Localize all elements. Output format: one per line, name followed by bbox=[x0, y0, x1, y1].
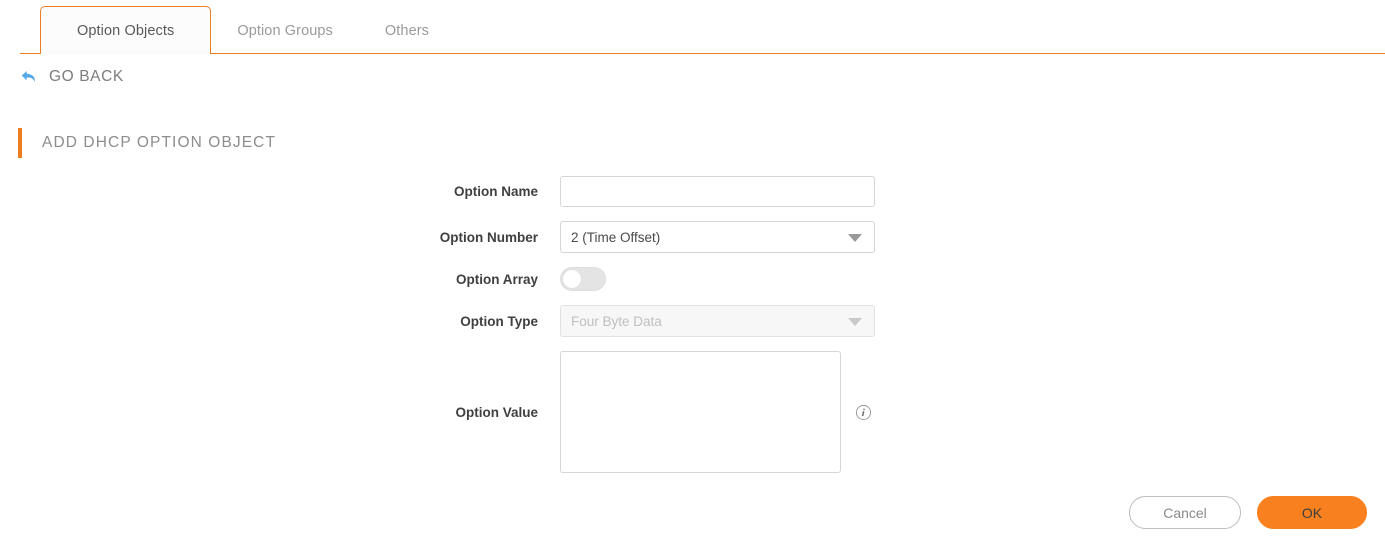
section-title-label: ADD DHCP OPTION OBJECT bbox=[42, 134, 277, 151]
option-number-field: 2 (Time Offset) bbox=[560, 221, 875, 253]
go-back-label: GO BACK bbox=[49, 68, 124, 85]
option-number-select[interactable]: 2 (Time Offset) bbox=[560, 221, 875, 253]
form-row-option-value: Option Value bbox=[0, 351, 940, 473]
option-name-label: Option Name bbox=[453, 184, 538, 199]
ok-button-label: OK bbox=[1301, 504, 1323, 521]
option-array-field bbox=[560, 267, 606, 291]
cancel-button-label: Cancel bbox=[1163, 504, 1207, 521]
section-header: ADD DHCP OPTION OBJECT bbox=[18, 128, 276, 158]
tab-others[interactable]: Others bbox=[359, 8, 455, 54]
option-number-value: 2 (Time Offset) bbox=[571, 229, 661, 245]
option-value-label: Option Value bbox=[455, 404, 538, 420]
tab-option-objects[interactable]: Option Objects bbox=[40, 6, 212, 55]
tab-option-groups[interactable]: Option Groups bbox=[211, 8, 359, 54]
tab-others-label: Others bbox=[384, 23, 430, 39]
ok-button[interactable]: OK bbox=[1257, 496, 1367, 529]
tab-bar: Option Objects Option Groups Others bbox=[0, 0, 1385, 55]
tab-option-objects-label: Option Objects bbox=[77, 22, 175, 39]
chevron-down-icon bbox=[848, 234, 862, 242]
option-type-value: Four Byte Data bbox=[571, 313, 662, 329]
option-type-field: Four Byte Data bbox=[560, 305, 875, 337]
form-row-option-type: Option Type Four Byte Data bbox=[0, 305, 940, 337]
option-type-label: Option Type bbox=[460, 313, 538, 329]
option-array-label: Option Array bbox=[455, 271, 538, 287]
form-actions: Cancel OK bbox=[1129, 496, 1367, 529]
form-row-option-number: Option Number 2 (Time Offset) bbox=[0, 221, 940, 253]
section-accent-bar bbox=[18, 128, 22, 158]
dhcp-option-object-form: Option Name Option Number 2 (Time Offset… bbox=[0, 176, 940, 487]
info-icon[interactable] bbox=[855, 404, 872, 421]
back-arrow-icon bbox=[21, 71, 35, 82]
option-value-field bbox=[560, 351, 872, 473]
cancel-button[interactable]: Cancel bbox=[1129, 496, 1241, 529]
toggle-knob bbox=[562, 269, 582, 289]
option-array-toggle[interactable] bbox=[560, 267, 606, 291]
chevron-down-icon bbox=[848, 318, 862, 326]
option-name-input[interactable] bbox=[560, 176, 875, 207]
option-number-label: Option Number bbox=[439, 229, 538, 245]
form-row-option-array: Option Array bbox=[0, 267, 940, 291]
tab-option-groups-label: Option Groups bbox=[237, 23, 333, 39]
go-back-button[interactable]: GO BACK bbox=[18, 66, 124, 88]
option-type-select: Four Byte Data bbox=[560, 305, 875, 337]
option-value-textarea[interactable] bbox=[560, 351, 841, 473]
form-row-option-name: Option Name bbox=[0, 176, 940, 207]
tab-list: Option Objects Option Groups Others bbox=[40, 0, 455, 55]
option-name-field bbox=[560, 176, 875, 207]
